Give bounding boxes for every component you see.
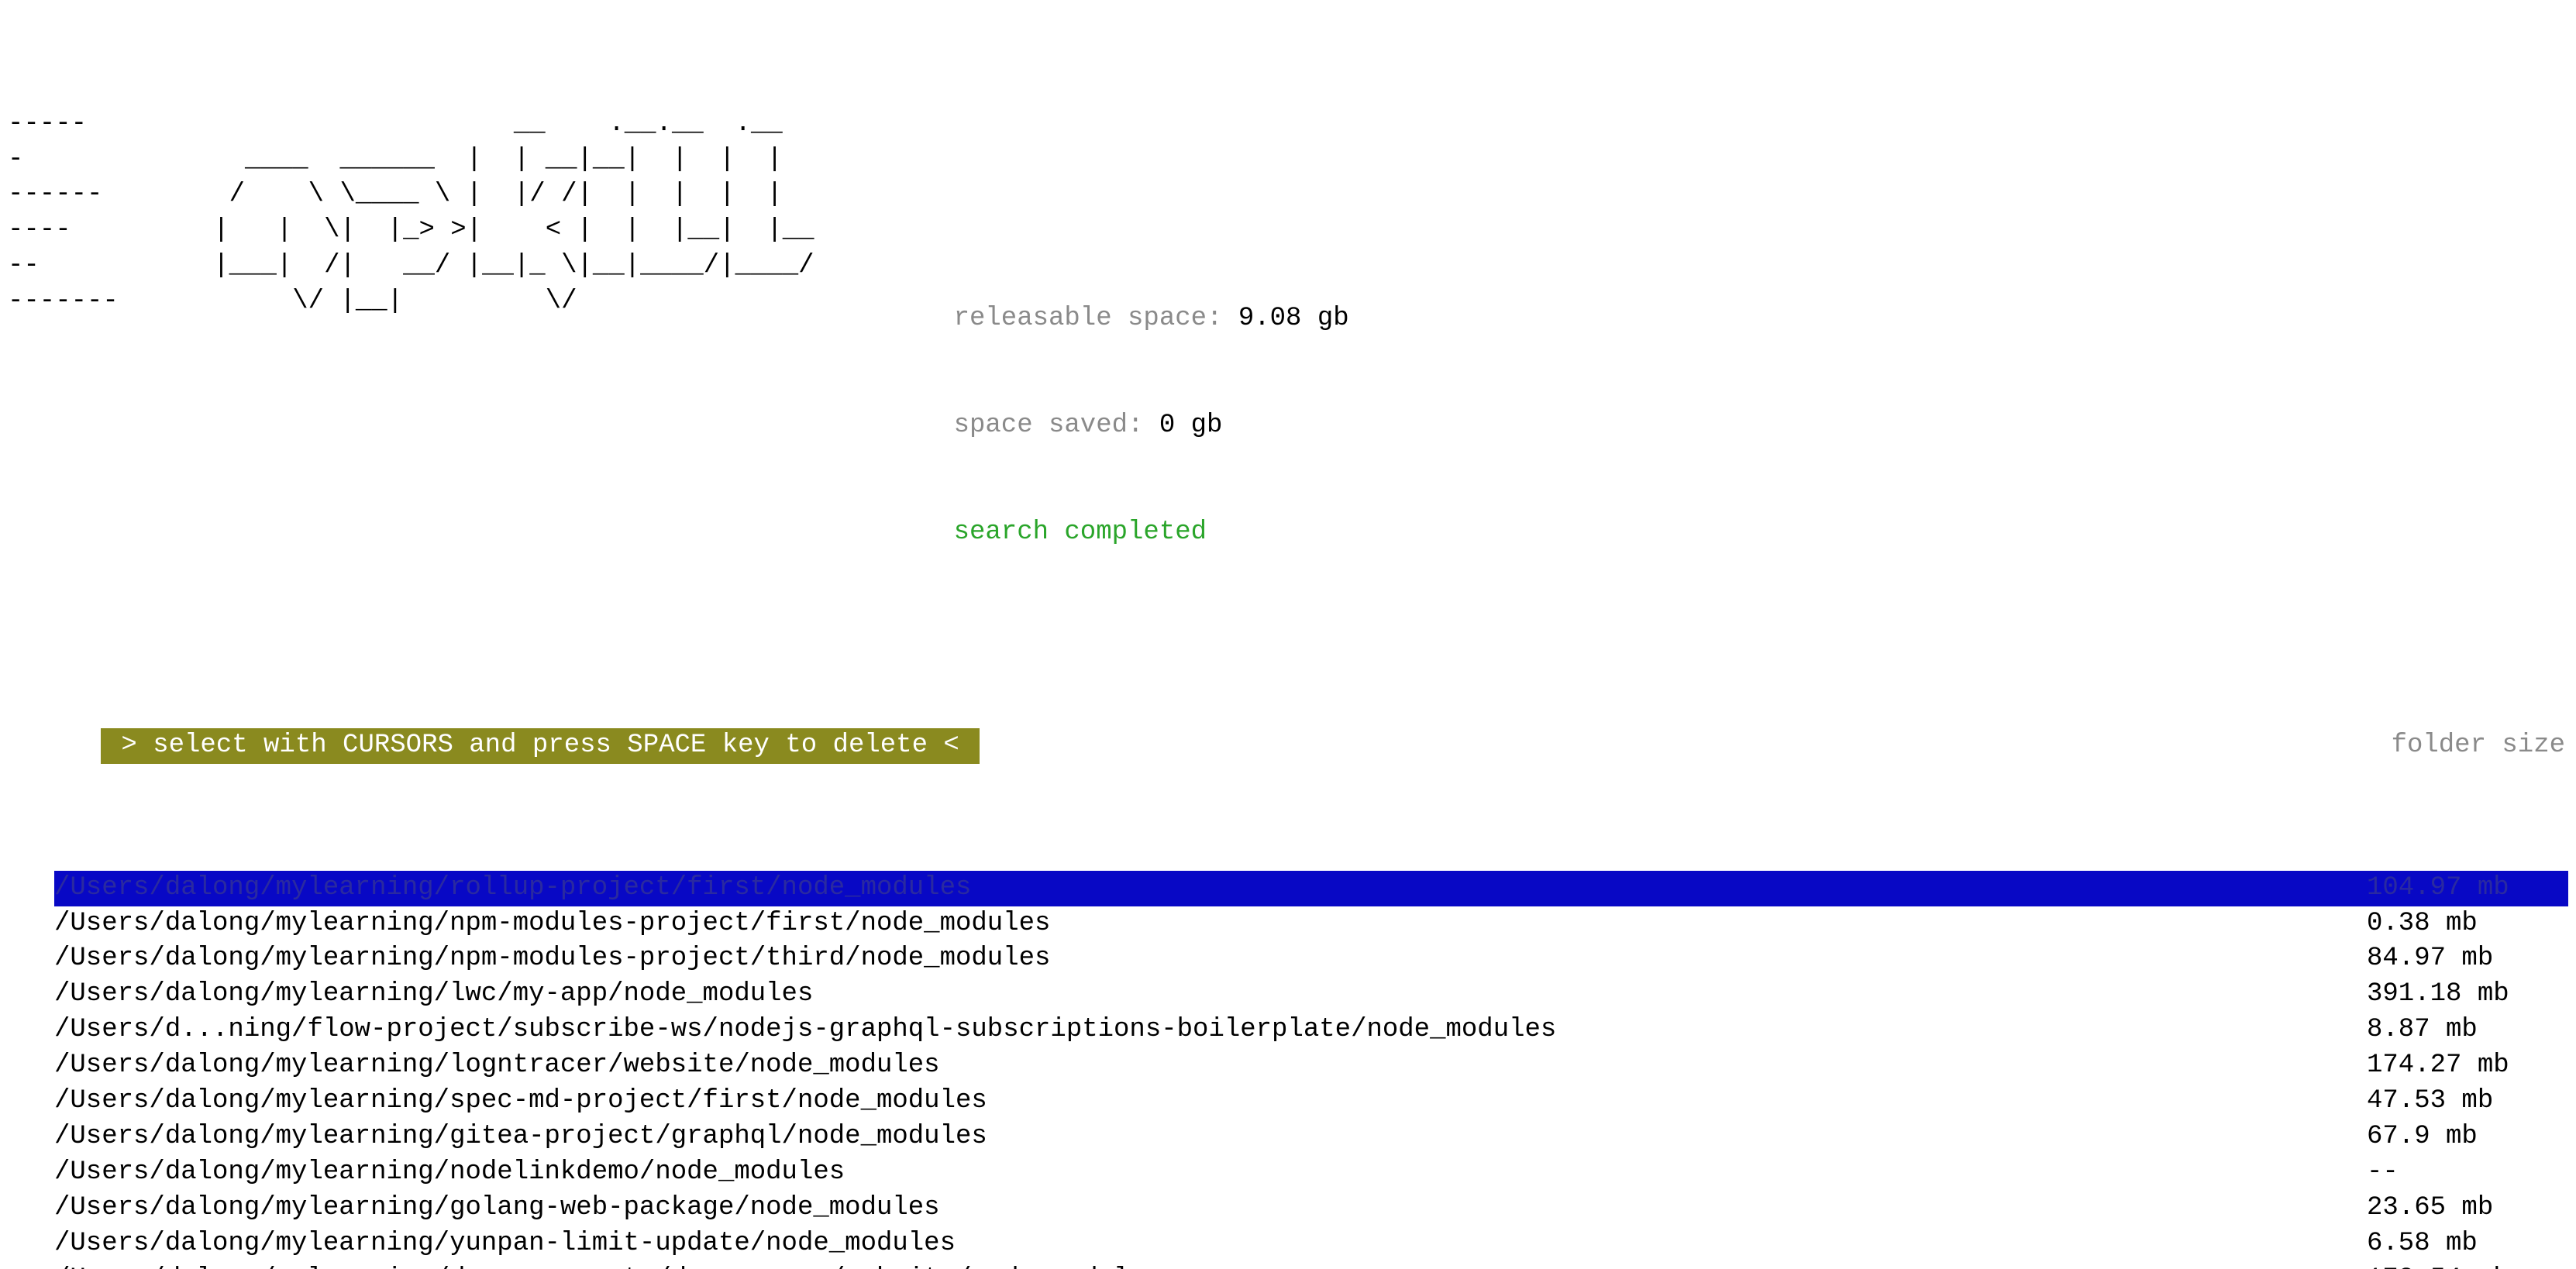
folder-path: /Users/dalong/mylearning/docs-generate/d… (54, 1262, 1161, 1269)
folder-size: 84.97 mb (2367, 941, 2568, 977)
folder-size-header: folder size (2392, 728, 2568, 764)
list-item[interactable]: /Users/dalong/mylearning/gitea-project/g… (54, 1119, 2568, 1155)
folder-size: 178.54 mb (2367, 1262, 2568, 1269)
instructions-banner: > select with CURSORS and press SPACE ke… (101, 728, 980, 764)
folder-path: /Users/dalong/mylearning/spec-md-project… (54, 1084, 987, 1119)
list-item[interactable]: /Users/dalong/mylearning/spec-md-project… (54, 1084, 2568, 1119)
list-item[interactable]: /Users/dalong/mylearning/golang-web-pack… (54, 1191, 2568, 1226)
instructions-row: > select with CURSORS and press SPACE ke… (8, 728, 2568, 764)
list-item[interactable]: /Users/dalong/mylearning/npm-modules-pro… (54, 941, 2568, 977)
folder-path: /Users/dalong/mylearning/golang-web-pack… (54, 1191, 940, 1226)
space-saved-label: space saved: (954, 411, 1159, 440)
list-item[interactable]: /Users/dalong/mylearning/lwc/my-app/node… (54, 977, 2568, 1013)
folder-size: -- (2367, 1155, 2568, 1191)
folder-path: /Users/dalong/mylearning/rollup-project/… (54, 871, 971, 906)
list-item[interactable]: /Users/dalong/mylearning/docs-generate/d… (54, 1262, 2568, 1269)
folder-size: 0.38 mb (2367, 906, 2568, 942)
folder-path: /Users/dalong/mylearning/npm-modules-pro… (54, 906, 1050, 942)
folder-size: 174.27 mb (2367, 1048, 2568, 1084)
npkill-logo-ascii: ----- __ .__.__ .__ - ____ ______ | | __… (8, 107, 814, 320)
folder-size: 6.58 mb (2367, 1226, 2568, 1262)
space-saved-value: 0 gb (1159, 411, 1223, 440)
folder-path: /Users/dalong/mylearning/yunpan-limit-up… (54, 1226, 956, 1262)
folder-path: /Users/dalong/mylearning/lwc/my-app/node… (54, 977, 813, 1013)
list-item[interactable]: /Users/dalong/mylearning/yunpan-limit-up… (54, 1226, 2568, 1262)
folder-path: /Users/dalong/mylearning/logntracer/webs… (54, 1048, 940, 1084)
folder-size: 391.18 mb (2367, 977, 2568, 1013)
folder-size: 8.87 mb (2367, 1013, 2568, 1048)
folder-path: /Users/dalong/mylearning/npm-modules-pro… (54, 941, 1050, 977)
folder-size: 23.65 mb (2367, 1191, 2568, 1226)
folder-path: /Users/d...ning/flow-project/subscribe-w… (54, 1013, 1556, 1048)
releasable-space-value: 9.08 gb (1238, 304, 1349, 333)
releasable-space-line: releasable space: 9.08 gb (954, 301, 1349, 337)
space-saved-line: space saved: 0 gb (954, 408, 1349, 444)
list-item[interactable]: /Users/dalong/mylearning/logntracer/webs… (54, 1048, 2568, 1084)
stats-panel: releasable space: 9.08 gb space saved: 0… (814, 107, 1349, 622)
list-item[interactable]: /Users/d...ning/flow-project/subscribe-w… (54, 1013, 2568, 1048)
list-item[interactable]: /Users/dalong/mylearning/npm-modules-pro… (54, 906, 2568, 942)
terminal-root: ----- __ .__.__ .__ - ____ ______ | | __… (0, 0, 2576, 1269)
folder-list[interactable]: /Users/dalong/mylearning/rollup-project/… (8, 871, 2568, 1269)
releasable-space-label: releasable space: (954, 304, 1238, 333)
folder-path: /Users/dalong/mylearning/nodelinkdemo/no… (54, 1155, 845, 1191)
folder-size: 47.53 mb (2367, 1084, 2568, 1119)
folder-size: 104.97 mb (2367, 871, 2568, 906)
list-item[interactable]: /Users/dalong/mylearning/nodelinkdemo/no… (54, 1155, 2568, 1191)
header-block: ----- __ .__.__ .__ - ____ ______ | | __… (8, 107, 2568, 622)
folder-size: 67.9 mb (2367, 1119, 2568, 1155)
list-item[interactable]: /Users/dalong/mylearning/rollup-project/… (54, 871, 2568, 906)
search-status: search completed (954, 515, 1349, 551)
folder-path: /Users/dalong/mylearning/gitea-project/g… (54, 1119, 987, 1155)
